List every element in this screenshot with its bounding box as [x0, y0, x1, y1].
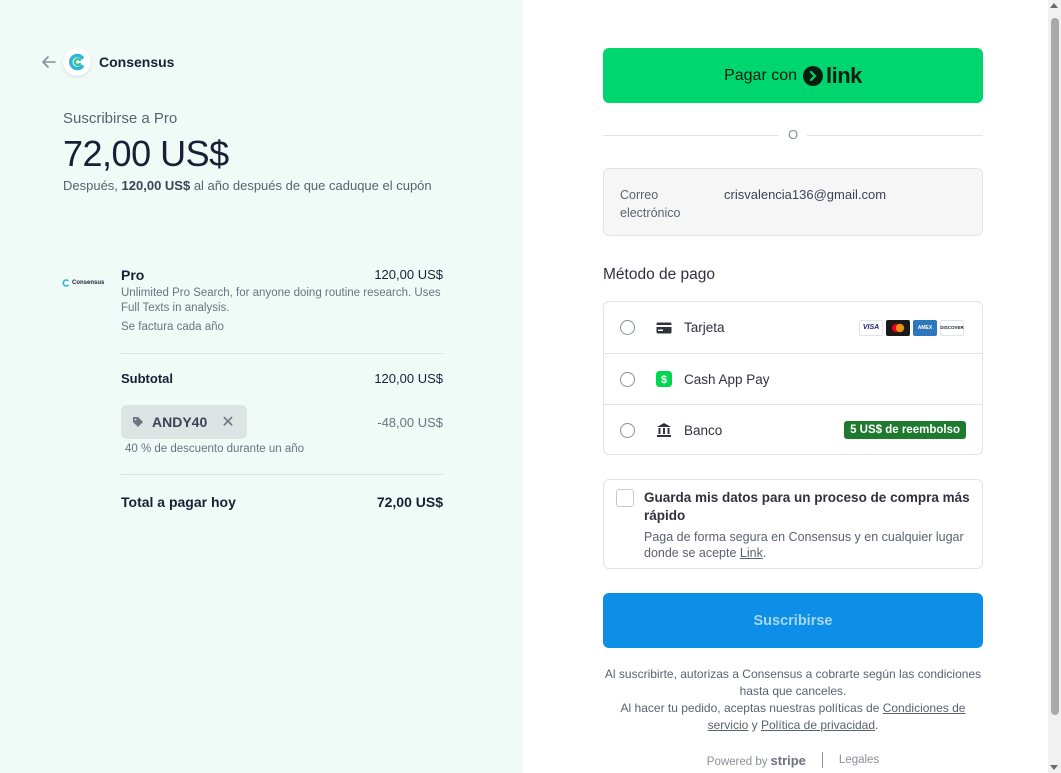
tag-icon: [133, 417, 143, 427]
discount-note: 40 % de descuento durante un año: [125, 443, 305, 455]
consensus-small-logo-icon: [62, 279, 70, 287]
amex-icon: AMEX: [913, 319, 937, 336]
billing-frequency: Se factura cada año: [121, 321, 224, 333]
visa-icon: VISA: [859, 319, 883, 336]
product-description: Unlimited Pro Search, for anyone doing r…: [121, 287, 441, 314]
bank-icon: [656, 422, 672, 438]
save-desc-end: .: [762, 546, 767, 560]
bank-cashback-badge: 5 US$ de reembolso: [844, 421, 966, 439]
mastercard-icon: [886, 319, 910, 336]
powered-by-text: Powered by: [706, 755, 768, 768]
discover-icon: DISCOVER: [940, 319, 964, 336]
email-label: Correo electrónico: [620, 188, 681, 220]
or-divider-right: [807, 135, 983, 136]
payment-method-list: Tarjeta VISA AMEX DISCOVER $ Cash App Pa…: [603, 301, 983, 455]
payment-method-title: Método de pago: [603, 266, 716, 283]
email-field[interactable]: Correo electrónico crisvalencia136@gmail…: [603, 168, 983, 236]
consensus-logo[interactable]: [63, 48, 91, 76]
vertical-scrollbar[interactable]: [1048, 0, 1061, 773]
renewal-prefix: Después,: [63, 178, 122, 193]
scrollbar-thumb[interactable]: [1051, 18, 1059, 715]
discount-value: -48,00 US$: [377, 415, 443, 430]
save-info-description: Paga de forma segura en Consensus y en c…: [644, 529, 974, 561]
payment-option-cashapp[interactable]: $ Cash App Pay: [604, 353, 982, 404]
bank-radio[interactable]: [620, 422, 635, 438]
product-logo: Consensus: [62, 279, 104, 287]
legal-and: y: [748, 718, 761, 732]
scroll-up-arrow-icon[interactable]: [1050, 3, 1058, 8]
email-value[interactable]: crisvalencia136@gmail.com: [724, 187, 886, 202]
plan-price: 72,00 US$: [63, 133, 229, 174]
or-text: O: [788, 127, 799, 142]
product-price: 120,00 US$: [374, 267, 443, 282]
divider: [121, 353, 443, 354]
cash-app-icon: $: [656, 371, 672, 387]
legal-line-2: Al hacer tu pedido, aceptas nuestras pol…: [620, 701, 883, 715]
legal-link[interactable]: Legales: [839, 754, 879, 766]
save-info-box: Guarda mis datos para un proceso de comp…: [603, 479, 983, 569]
card-label: Tarjeta: [684, 320, 725, 335]
link-brand: link: [803, 63, 862, 89]
footer: Powered by stripe Legales: [603, 752, 983, 768]
renewal-suffix: al año después de que caduque el cupón: [190, 178, 432, 193]
cashapp-radio[interactable]: [620, 371, 635, 387]
total-label: Total a pagar hoy: [121, 494, 236, 510]
subtotal-label: Subtotal: [121, 371, 173, 386]
subscribe-button[interactable]: Suscribirse: [603, 593, 983, 648]
divider: [121, 474, 443, 475]
product-logo-text: Consensus: [72, 280, 105, 286]
renewal-note: Después, 120,00 US$ al año después de qu…: [63, 177, 443, 195]
save-desc-text: Paga de forma segura en Consensus y en c…: [644, 530, 964, 560]
brand-name[interactable]: Consensus: [99, 54, 174, 70]
or-divider-left: [603, 135, 779, 136]
link-brand-text: link: [826, 62, 862, 88]
renewal-amount: 120,00 US$: [121, 178, 191, 193]
footer-divider: [821, 752, 823, 768]
link-arrow-icon: [803, 65, 824, 86]
cashapp-label: Cash App Pay: [684, 371, 770, 387]
card-radio[interactable]: [620, 320, 635, 335]
save-info-title: Guarda mis datos para un proceso de comp…: [644, 490, 970, 523]
save-info-checkbox[interactable]: [616, 489, 634, 507]
powered-by-link[interactable]: Powered by stripe: [707, 753, 806, 768]
product-name: Pro: [121, 267, 145, 283]
order-summary-panel: Consensus Suscribirse a Pro 72,00 US$ De…: [0, 0, 523, 773]
plan-subtitle: Suscribirse a Pro: [63, 110, 178, 127]
remove-coupon-icon[interactable]: ✕: [221, 412, 234, 432]
coupon-chip: ANDY40 ✕: [121, 405, 247, 439]
svg-text:$: $: [661, 374, 667, 386]
link-button-prefix: Pagar con: [724, 66, 798, 84]
legal-end: .: [875, 718, 879, 732]
coupon-code: ANDY40: [152, 414, 208, 430]
consensus-logo-icon: [69, 53, 84, 71]
payment-option-card[interactable]: Tarjeta VISA AMEX DISCOVER: [604, 302, 982, 353]
privacy-link[interactable]: Política de privacidad: [761, 718, 875, 732]
arrow-left-icon[interactable]: [40, 53, 58, 71]
scroll-down-arrow-icon[interactable]: [1050, 765, 1058, 770]
legal-line-1: Al suscribirte, autorizas a Consensus a …: [604, 667, 982, 698]
bank-label: Banco: [684, 422, 723, 438]
pay-with-link-button[interactable]: Pagar con link: [603, 48, 983, 103]
payment-option-bank[interactable]: Banco 5 US$ de reembolso: [604, 404, 982, 455]
subtotal-value: 120,00 US$: [374, 371, 443, 386]
total-value: 72,00 US$: [376, 494, 443, 510]
credit-card-icon: [656, 320, 672, 336]
legal-text: Al suscribirte, autorizas a Consensus a …: [603, 666, 983, 734]
stripe-logo: stripe: [770, 752, 806, 768]
link-info-link[interactable]: Link: [740, 546, 763, 560]
card-brands: VISA AMEX DISCOVER: [859, 319, 964, 336]
